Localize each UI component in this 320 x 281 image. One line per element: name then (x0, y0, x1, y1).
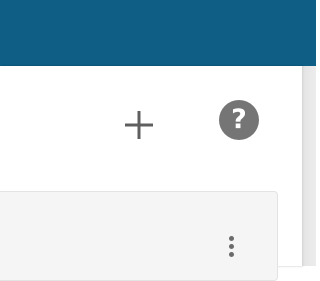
plus-icon (125, 111, 153, 139)
help-circle-icon: ? (231, 104, 247, 135)
help-button[interactable]: ? (219, 100, 259, 140)
app-header-bar (0, 0, 316, 66)
add-button[interactable] (122, 108, 156, 142)
scrollbar-track[interactable] (302, 66, 316, 266)
card-menu-button[interactable] (222, 233, 242, 263)
